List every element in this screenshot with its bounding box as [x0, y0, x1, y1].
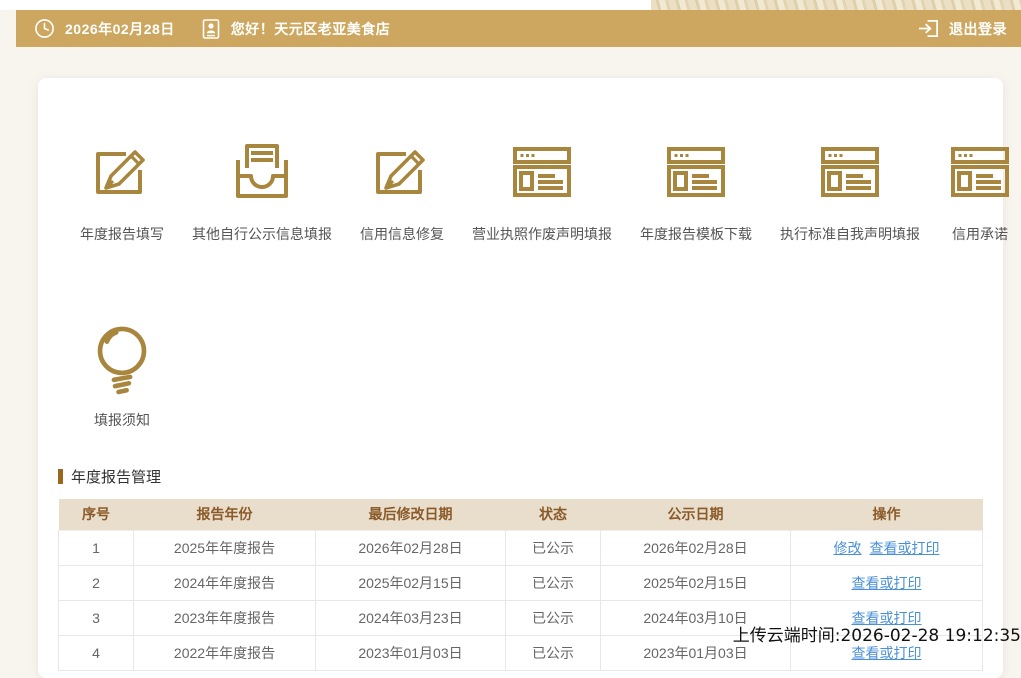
col-header-year: 报告年份 [133, 499, 316, 530]
main-card: 年度报告填写 其他自行公示信息填报 信用信息修复 营业执照作废声明填报 年度报告… [38, 78, 1009, 678]
menu-item-label: 其他自行公示信息填报 [192, 226, 332, 242]
cell-modified: 2023年01月03日 [315, 635, 506, 671]
section-title-marker [58, 469, 63, 484]
menu-item[interactable]: 信用信息修复 [360, 140, 444, 244]
table-body: 1 2025年年度报告 2026年02月28日 已公示 2026年02月28日 … [58, 529, 983, 671]
menu-item-label: 年度报告模板下载 [640, 226, 752, 242]
inbox-doc-icon [230, 140, 294, 204]
cell-index: 1 [58, 529, 134, 566]
browser-icon [510, 140, 574, 204]
logout-icon [917, 17, 940, 40]
menu-item[interactable]: 执行标准自我声明填报 [780, 140, 920, 244]
menu-item[interactable]: 信用承诺 [948, 140, 1012, 244]
menu-item[interactable]: 年度报告模板下载 [640, 140, 752, 244]
cell-modified: 2026年02月28日 [315, 529, 506, 566]
menu-item-notice[interactable]: 填报须知 [80, 322, 164, 430]
action-link[interactable]: 修改 [834, 540, 862, 556]
menu-item-label: 信用信息修复 [360, 226, 444, 242]
logout-label: 退出登录 [949, 20, 1007, 37]
status-badge: 已公示 [505, 635, 601, 671]
table-header-row: 序号 报告年份 最后修改日期 状态 公示日期 操作 [58, 499, 983, 530]
upload-timestamp-watermark: 上传云端时间:2026-02-28 19:12:35 [732, 626, 1021, 646]
status-badge: 已公示 [505, 565, 601, 601]
cell-index: 2 [58, 565, 134, 601]
notice-label: 填报须知 [94, 412, 150, 428]
section-title-text: 年度报告管理 [71, 469, 162, 486]
browser-icon [664, 140, 728, 204]
table-row: 1 2025年年度报告 2026年02月28日 已公示 2026年02月28日 … [58, 529, 983, 566]
notice-row: 填报须知 [38, 244, 1003, 430]
table-row: 2 2024年年度报告 2025年02月15日 已公示 2025年02月15日 … [58, 565, 983, 601]
action-link[interactable]: 查看或打印 [852, 645, 922, 661]
menu-item-label: 执行标准自我声明填报 [780, 226, 920, 242]
menu-item-label: 营业执照作废声明填报 [472, 226, 612, 242]
top-decor-strip [0, 0, 1021, 10]
cell-actions: 查看或打印 [790, 565, 983, 601]
cell-modified: 2025年02月15日 [315, 565, 506, 601]
lightbulb-icon [85, 322, 159, 396]
col-header-modified: 最后修改日期 [315, 499, 506, 530]
topbar-date: 2026年02月28日 [65, 20, 175, 37]
user-badge-icon [201, 18, 221, 40]
col-header-status: 状态 [505, 499, 601, 530]
browser-icon [818, 140, 882, 204]
cell-modified: 2024年03月23日 [315, 600, 506, 636]
menu-item[interactable]: 年度报告填写 [80, 140, 164, 244]
cell-actions: 修改 查看或打印 [790, 529, 983, 566]
topbar-greeting: 您好！天元区老亚美食店 [230, 20, 391, 37]
top-decor-pattern [651, 0, 1021, 10]
clock-icon [34, 18, 55, 39]
cell-index: 3 [58, 600, 134, 636]
browser-icon [948, 140, 1012, 204]
menu-item-label: 信用承诺 [952, 226, 1008, 242]
menu-item[interactable]: 营业执照作废声明填报 [472, 140, 612, 244]
cell-published: 2025年02月15日 [600, 565, 791, 601]
menu-item-label: 年度报告填写 [80, 226, 164, 242]
col-header-index: 序号 [58, 499, 134, 530]
menu-grid: 年度报告填写 其他自行公示信息填报 信用信息修复 营业执照作废声明填报 年度报告… [38, 78, 1009, 244]
edit-square-icon [370, 140, 434, 204]
topbar: 2026年02月28日 您好！天元区老亚美食店 退出登录 [16, 10, 1021, 47]
cell-year: 2024年年度报告 [133, 565, 316, 601]
cell-published: 2026年02月28日 [600, 529, 791, 566]
cell-year: 2025年年度报告 [133, 529, 316, 566]
action-link[interactable]: 查看或打印 [852, 575, 922, 591]
cell-year: 2022年年度报告 [133, 635, 316, 671]
status-badge: 已公示 [505, 529, 601, 566]
menu-item[interactable]: 其他自行公示信息填报 [192, 140, 332, 244]
section-title: 年度报告管理 [58, 466, 983, 487]
status-badge: 已公示 [505, 600, 601, 636]
cell-index: 4 [58, 635, 134, 671]
cell-year: 2023年年度报告 [133, 600, 316, 636]
action-link[interactable]: 查看或打印 [870, 540, 940, 556]
logout-button[interactable]: 退出登录 [917, 17, 1021, 40]
topbar-left: 2026年02月28日 您好！天元区老亚美食店 [16, 18, 390, 40]
edit-square-icon [90, 140, 154, 204]
col-header-published: 公示日期 [600, 499, 791, 530]
col-header-actions: 操作 [790, 499, 983, 530]
